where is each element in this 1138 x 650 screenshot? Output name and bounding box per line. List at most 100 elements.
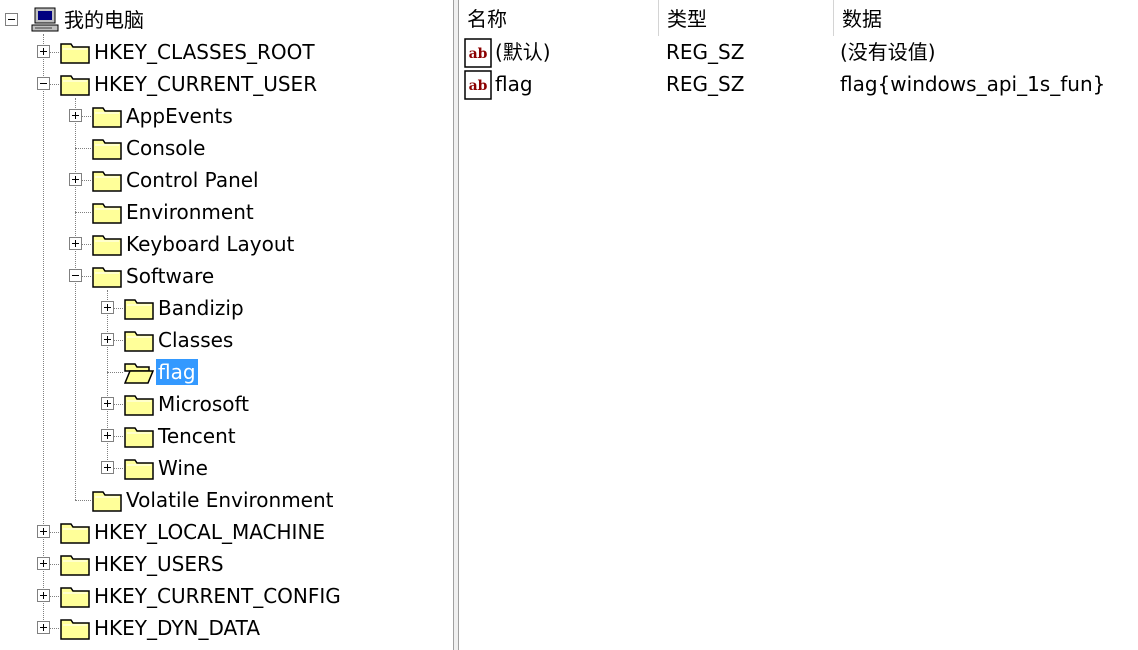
column-header-data[interactable]: 数据 [834, 0, 1138, 36]
folder-icon [92, 267, 122, 288]
computer-icon [31, 7, 59, 32]
folder-icon [124, 331, 154, 352]
tree-node-label: Console [126, 136, 206, 160]
list-item[interactable]: ab (默认) REG_SZ (没有设值) [459, 36, 1138, 68]
expand-icon[interactable] [69, 109, 82, 122]
tree-node-tencent[interactable]: Tencent [124, 420, 238, 452]
expand-icon[interactable] [101, 397, 114, 410]
tree-line [75, 148, 91, 149]
value-data: flag{windows_api_1s_fun} [840, 72, 1106, 96]
tree-node-wine[interactable]: Wine [124, 452, 210, 484]
string-value-icon: ab [464, 38, 492, 68]
value-type: REG_SZ [666, 40, 745, 64]
string-value-icon: ab [464, 70, 492, 100]
tree-node-software[interactable]: Software [92, 260, 216, 292]
folder-icon [92, 203, 122, 224]
svg-text:ab: ab [469, 78, 488, 94]
expand-icon[interactable] [101, 333, 114, 346]
tree-line [107, 372, 123, 373]
tree-node-label: HKEY_CLASSES_ROOT [94, 40, 315, 64]
open-folder-icon [124, 363, 154, 384]
folder-icon [92, 171, 122, 192]
tree-node-label: HKEY_CURRENT_CONFIG [94, 584, 341, 608]
folder-icon [60, 555, 90, 576]
expand-icon[interactable] [101, 429, 114, 442]
tree-node-classes[interactable]: Classes [124, 324, 235, 356]
tree-node-label: Classes [158, 328, 234, 352]
list-item[interactable]: ab flag REG_SZ flag{windows_api_1s_fun} [459, 68, 1138, 100]
svg-text:ab: ab [469, 46, 488, 62]
expand-icon[interactable] [37, 525, 50, 538]
value-type: REG_SZ [666, 72, 745, 96]
tree-node-console[interactable]: Console [92, 132, 207, 164]
tree-node-microsoft[interactable]: Microsoft [124, 388, 251, 420]
collapse-icon[interactable] [37, 77, 50, 90]
tree-node-appevents[interactable]: AppEvents [92, 100, 235, 132]
tree-node-label: Environment [126, 200, 254, 224]
tree-node-label: Volatile Environment [126, 488, 334, 512]
tree-node-environment[interactable]: Environment [92, 196, 256, 228]
collapse-icon[interactable] [5, 13, 18, 26]
folder-icon [92, 235, 122, 256]
tree-node-label: Wine [158, 456, 208, 480]
tree-node-label: 我的电脑 [64, 8, 144, 32]
tree-node-label: HKEY_USERS [94, 552, 224, 576]
tree-node-label: HKEY_CURRENT_USER [94, 72, 318, 96]
folder-icon [92, 107, 122, 128]
expand-icon[interactable] [101, 301, 114, 314]
expand-icon[interactable] [37, 589, 50, 602]
expand-icon[interactable] [37, 557, 50, 570]
folder-icon [60, 75, 90, 96]
value-data: (没有设值) [840, 40, 936, 64]
tree-node-label: Control Panel [126, 168, 259, 192]
folder-icon [124, 299, 154, 320]
expand-icon[interactable] [37, 621, 50, 634]
column-header-type[interactable]: 类型 [659, 0, 834, 36]
folder-icon [92, 139, 122, 160]
folder-icon [124, 459, 154, 480]
tree-line [75, 98, 76, 500]
folder-icon [60, 43, 90, 64]
expand-icon[interactable] [69, 173, 82, 186]
value-name: (默认) [495, 40, 551, 64]
folder-icon [92, 491, 122, 512]
tree-node-flag[interactable]: flag [124, 356, 198, 388]
tree-node-bandizip[interactable]: Bandizip [124, 292, 246, 324]
tree-node-label: HKEY_DYN_DATA [94, 616, 261, 640]
tree-node-label: flag [156, 359, 198, 385]
list-header: 名称 类型 数据 [459, 0, 1138, 36]
values-list[interactable]: 名称 类型 数据 ab (默认) REG_SZ (没有设值) ab flag R… [459, 0, 1138, 650]
expand-icon[interactable] [37, 45, 50, 58]
folder-icon [60, 523, 90, 544]
tree-node-keyboard-layout[interactable]: Keyboard Layout [92, 228, 296, 260]
column-header-name[interactable]: 名称 [459, 0, 659, 36]
tree-node-hkey-users[interactable]: HKEY_USERS [60, 548, 226, 580]
folder-icon [60, 619, 90, 640]
tree-node-hkey-current-user[interactable]: HKEY_CURRENT_USER [60, 68, 319, 100]
tree-node-control-panel[interactable]: Control Panel [92, 164, 261, 196]
tree-node-my-computer[interactable]: 我的电脑 [30, 4, 146, 36]
tree-node-label: HKEY_LOCAL_MACHINE [94, 520, 326, 544]
folder-icon [60, 587, 90, 608]
folder-icon [124, 395, 154, 416]
tree-line [43, 34, 44, 628]
tree-node-volatile-environment[interactable]: Volatile Environment [92, 484, 336, 516]
tree-node-hkey-dyn-data[interactable]: HKEY_DYN_DATA [60, 612, 262, 644]
value-name: flag [495, 72, 533, 96]
folder-icon [124, 427, 154, 448]
tree-node-hkey-classes-root[interactable]: HKEY_CLASSES_ROOT [60, 36, 317, 68]
collapse-icon[interactable] [69, 269, 82, 282]
tree-node-label: AppEvents [126, 104, 233, 128]
tree-node-label: Microsoft [158, 392, 250, 416]
tree-node-label: Keyboard Layout [126, 232, 295, 256]
tree-line [75, 212, 91, 213]
tree-node-hkey-current-config[interactable]: HKEY_CURRENT_CONFIG [60, 580, 343, 612]
tree-node-label: Software [126, 264, 215, 288]
registry-tree[interactable]: 我的电脑 HKEY_CLASSES_ROOT HKEY_CURRENT_USER… [0, 0, 453, 650]
expand-icon[interactable] [101, 461, 114, 474]
expand-icon[interactable] [69, 237, 82, 250]
tree-node-label: Tencent [158, 424, 236, 448]
tree-node-label: Bandizip [158, 296, 244, 320]
tree-node-hkey-local-machine[interactable]: HKEY_LOCAL_MACHINE [60, 516, 327, 548]
tree-line [75, 500, 91, 501]
